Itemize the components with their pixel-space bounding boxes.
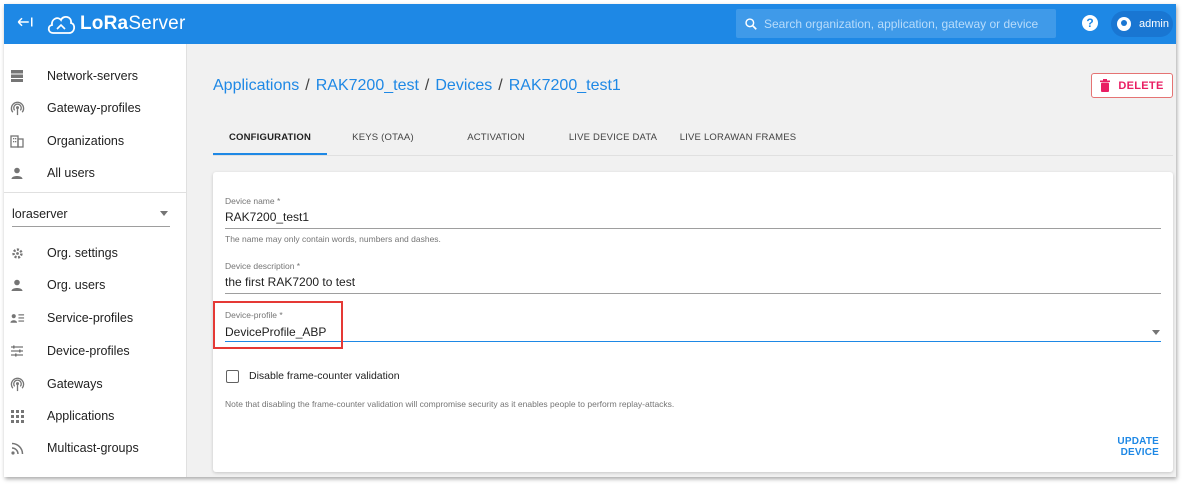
sidebar-item-org-settings[interactable]: Org. settings	[4, 238, 187, 268]
device-profile-label: Device-profile *	[225, 310, 283, 320]
sidebar-item-label: Applications	[47, 409, 115, 423]
delete-button-label: DELETE	[1118, 79, 1164, 92]
device-tabs: CONFIGURATION KEYS (OTAA) ACTIVATION LIV…	[213, 119, 1173, 156]
active-tab-indicator	[213, 153, 327, 155]
tune-icon	[9, 343, 25, 359]
sidebar-item-all-users[interactable]: All users	[4, 158, 187, 188]
account-details-icon	[9, 310, 25, 326]
cloud-logo-icon	[47, 16, 76, 34]
tab-live-lorawan-frames[interactable]: LIVE LORAWAN FRAMES	[678, 119, 798, 155]
app-logo[interactable]: LoRaServer	[46, 10, 185, 38]
sidebar: Network-servers Gateway-profiles Organiz…	[4, 44, 187, 477]
search-icon	[745, 17, 757, 30]
user-menu-button[interactable]: admin	[1111, 11, 1173, 37]
breadcrumb-separator: /	[424, 77, 430, 94]
search-box[interactable]	[736, 9, 1056, 38]
tab-configuration[interactable]: CONFIGURATION	[213, 119, 327, 155]
device-name-field[interactable]	[225, 210, 1161, 224]
top-app-bar: LoRaServer ? admin	[4, 4, 1176, 44]
sidebar-item-applications[interactable]: Applications	[4, 401, 187, 431]
sidebar-item-label: Device-profiles	[47, 344, 130, 358]
domain-icon	[9, 133, 25, 149]
breadcrumb: Applications / RAK7200_test / Devices / …	[213, 77, 621, 95]
device-description-label: Device description *	[225, 261, 301, 271]
tab-live-device-data[interactable]: LIVE DEVICE DATA	[563, 119, 663, 155]
settings-icon	[9, 245, 25, 261]
device-description-field[interactable]	[225, 275, 1161, 289]
sidebar-item-org-users[interactable]: Org. users	[4, 270, 187, 300]
logo-text: LoRaServer	[80, 13, 186, 34]
person-icon	[9, 165, 25, 181]
tab-activation[interactable]: ACTIVATION	[451, 119, 541, 155]
sidebar-item-multicast-groups[interactable]: Multicast-groups	[4, 433, 187, 463]
sidebar-item-label: Organizations	[47, 134, 125, 148]
device-form-card: Device name * The name may only contain …	[213, 172, 1173, 472]
sidebar-item-label: All users	[47, 166, 95, 180]
organization-select-value: loraserver	[12, 206, 68, 221]
sidebar-item-device-profiles[interactable]: Device-profiles	[4, 336, 187, 366]
device-profile-select[interactable]: DeviceProfile_ABP	[225, 325, 925, 339]
sidebar-item-label: Service-profiles	[47, 311, 134, 325]
device-name-label: Device name *	[225, 196, 281, 206]
sidebar-item-label: Network-servers	[47, 69, 138, 83]
frame-counter-note: Note that disabling the frame-counter va…	[225, 399, 675, 409]
device-name-help: The name may only contain words, numbers…	[225, 234, 441, 244]
delete-button[interactable]: DELETE	[1091, 73, 1173, 98]
device-profile-underline	[225, 341, 1161, 342]
sidebar-item-label: Org. settings	[47, 246, 118, 260]
account-circle-icon	[1117, 17, 1131, 31]
breadcrumb-application[interactable]: RAK7200_test	[316, 77, 419, 95]
apps-grid-icon	[9, 408, 25, 424]
app-window: LoRaServer ? admin Network-servers Gatew…	[4, 4, 1176, 477]
collapse-menu-icon[interactable]	[14, 13, 36, 35]
sidebar-item-gateways[interactable]: Gateways	[4, 369, 187, 399]
sidebar-item-network-servers[interactable]: Network-servers	[4, 61, 187, 91]
chevron-down-icon	[160, 211, 168, 216]
chevron-down-icon[interactable]	[1152, 330, 1160, 335]
sidebar-divider	[4, 192, 187, 193]
sidebar-item-gateway-profiles[interactable]: Gateway-profiles	[4, 93, 187, 123]
sidebar-item-label: Org. users	[47, 278, 106, 292]
device-description-underline	[225, 293, 1161, 294]
update-device-button[interactable]: UPDATE DEVICE	[1079, 436, 1159, 458]
server-icon	[9, 68, 25, 84]
person-icon	[9, 277, 25, 293]
breadcrumb-applications[interactable]: Applications	[213, 77, 299, 95]
sidebar-item-organizations[interactable]: Organizations	[4, 126, 187, 156]
device-name-underline	[225, 228, 1161, 229]
disable-frame-counter-checkbox[interactable]	[226, 370, 239, 383]
radio-tower-icon	[9, 376, 25, 392]
disable-frame-counter-label: Disable frame-counter validation	[249, 370, 400, 382]
breadcrumb-separator: /	[498, 77, 503, 94]
breadcrumb-separator: /	[305, 77, 310, 94]
sidebar-item-label: Gateways	[47, 377, 103, 391]
breadcrumb-devices[interactable]: Devices	[435, 77, 492, 95]
sidebar-item-label: Multicast-groups	[47, 441, 139, 455]
sidebar-item-service-profiles[interactable]: Service-profiles	[4, 303, 187, 333]
breadcrumb-device[interactable]: RAK7200_test1	[509, 77, 621, 95]
rss-icon	[9, 440, 25, 456]
user-name: admin	[1139, 18, 1169, 30]
sidebar-item-label: Gateway-profiles	[47, 101, 141, 115]
help-icon[interactable]: ?	[1082, 15, 1098, 31]
organization-select[interactable]: loraserver	[12, 201, 170, 227]
tab-keys-otaa[interactable]: KEYS (OTAA)	[338, 119, 428, 155]
trash-icon	[1100, 79, 1111, 92]
main-content: Applications / RAK7200_test / Devices / …	[187, 44, 1176, 477]
radio-tower-icon	[9, 100, 25, 116]
search-input[interactable]	[764, 16, 1054, 31]
